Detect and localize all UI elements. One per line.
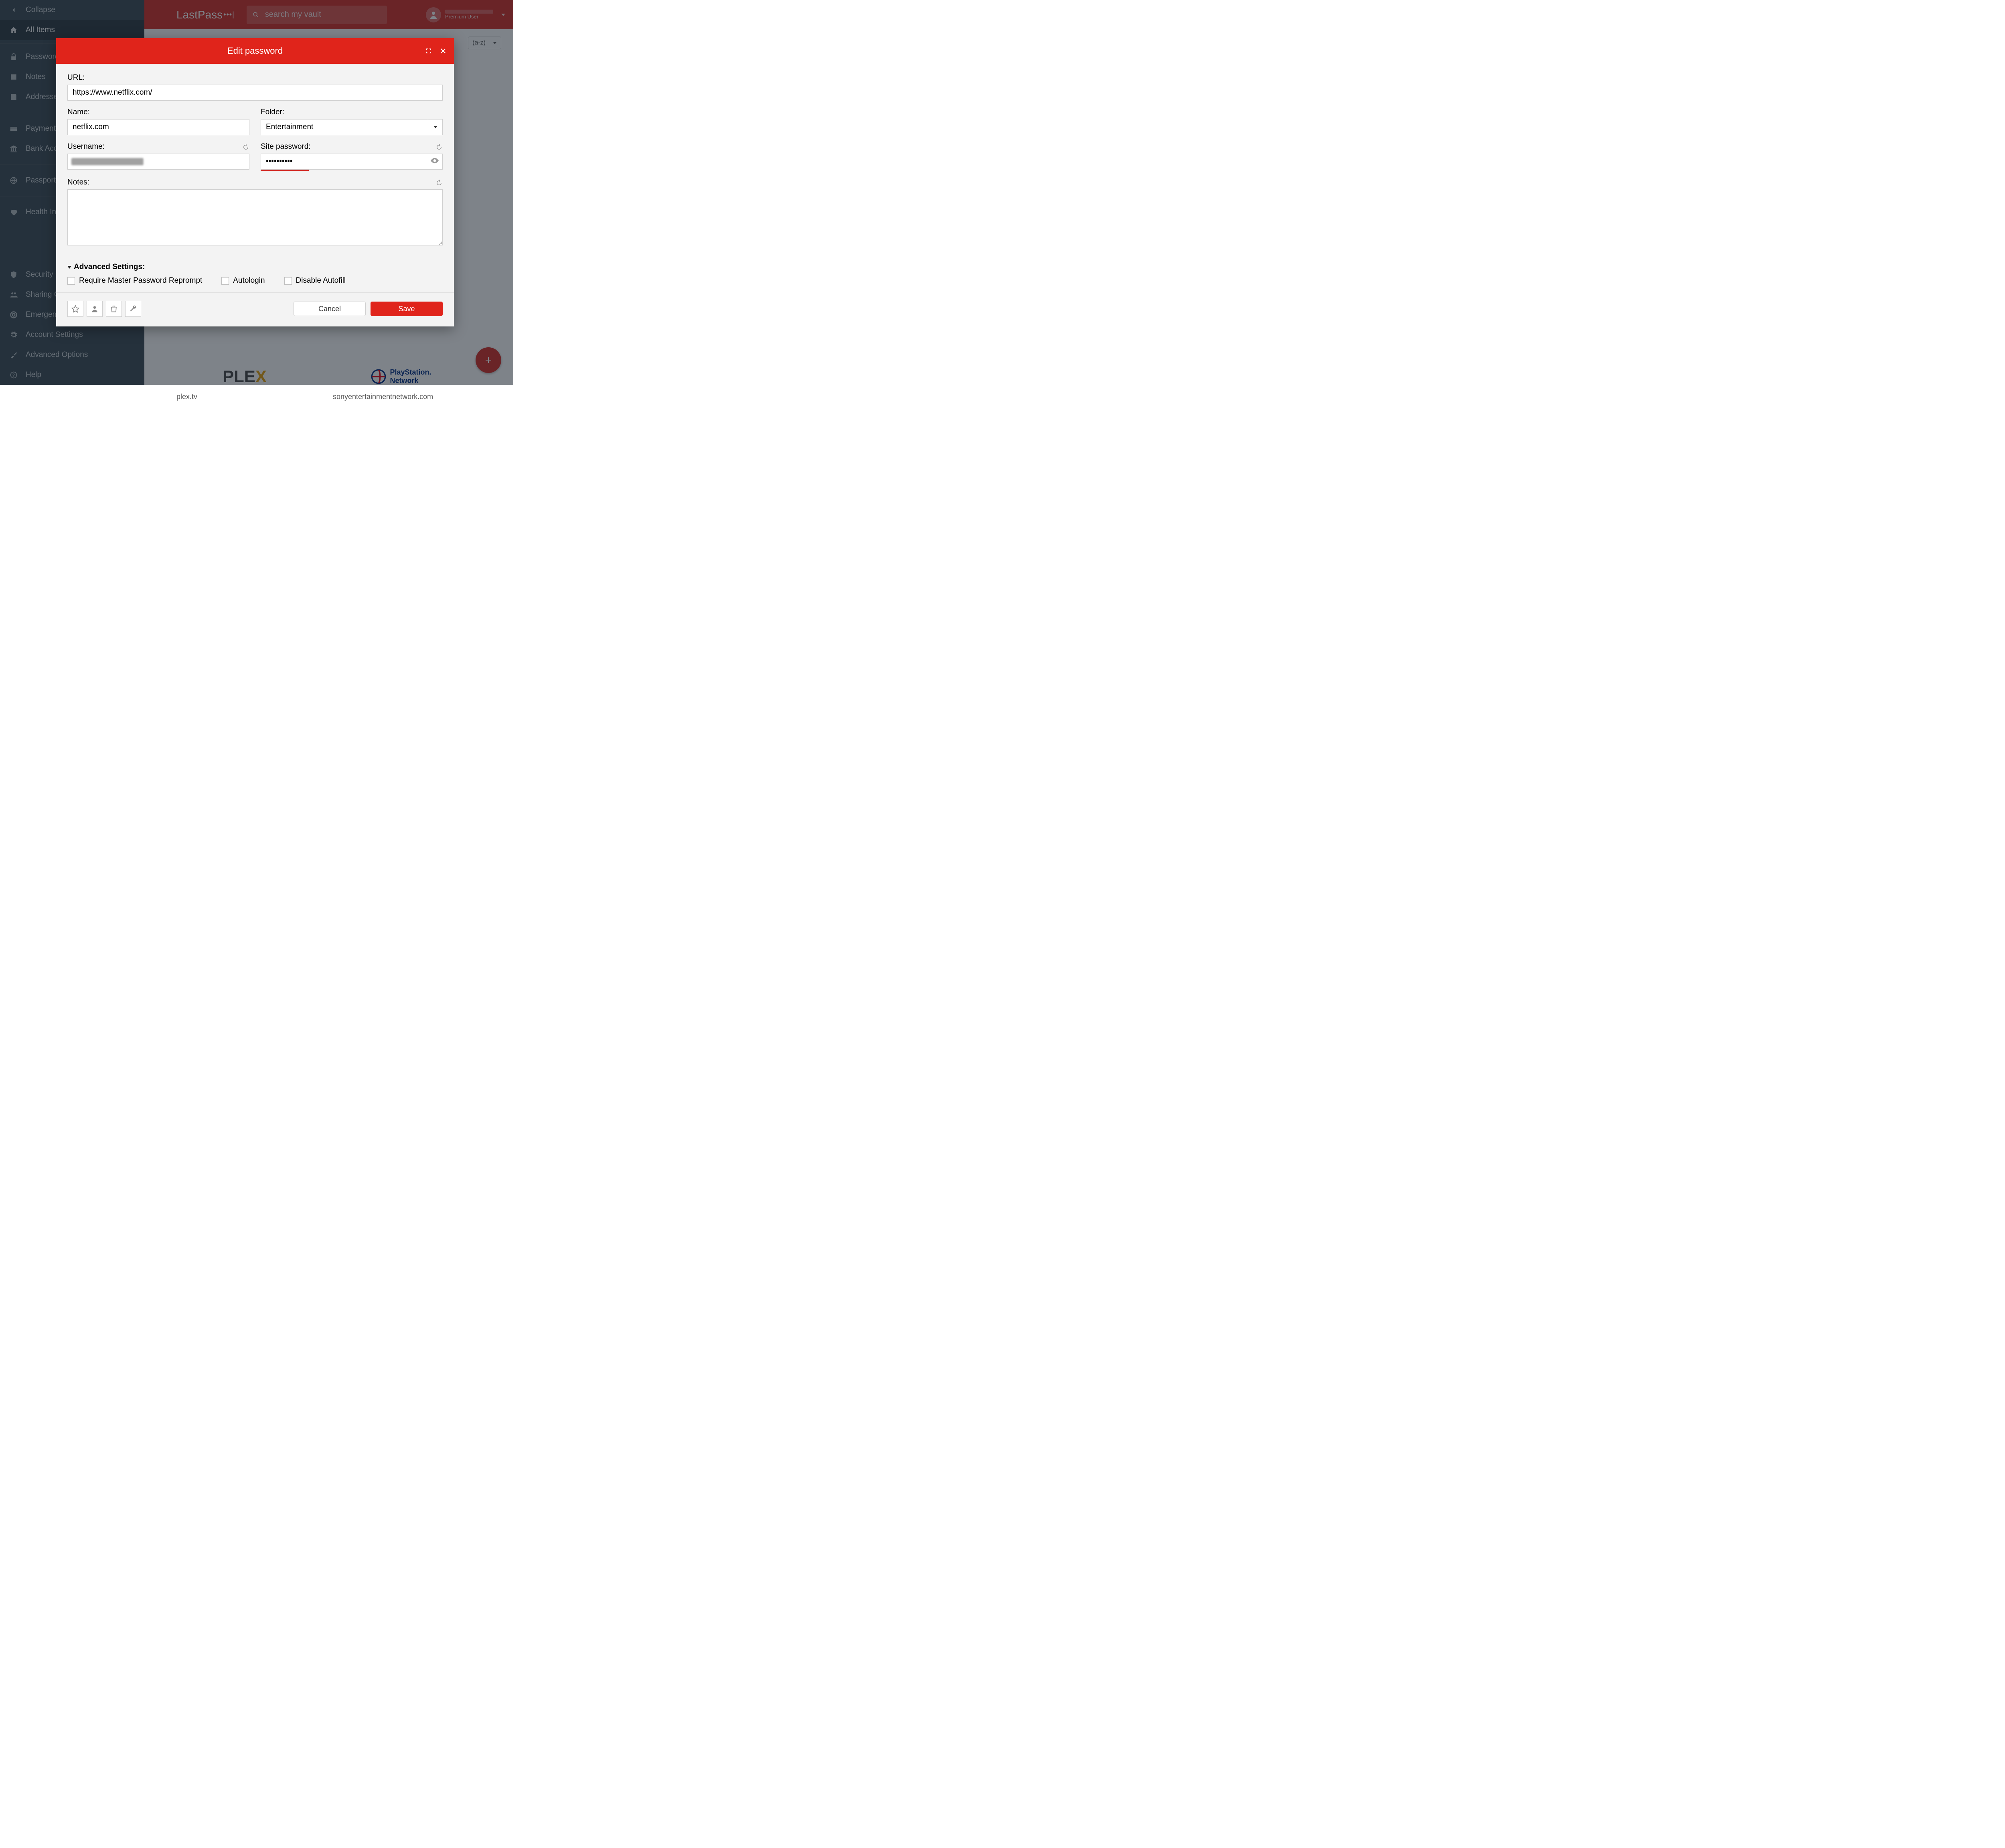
name-field[interactable] bbox=[67, 119, 249, 135]
folder-label: Folder: bbox=[261, 108, 443, 117]
history-icon[interactable] bbox=[242, 144, 249, 153]
close-icon[interactable] bbox=[439, 47, 447, 55]
dialog-title: Edit password bbox=[227, 46, 283, 56]
show-password-button[interactable] bbox=[431, 158, 439, 166]
checkbox-icon bbox=[221, 277, 229, 285]
history-icon[interactable] bbox=[435, 144, 443, 153]
name-label: Name: bbox=[67, 108, 249, 117]
url-label: URL: bbox=[67, 73, 443, 82]
person-icon bbox=[91, 305, 99, 313]
username-label: Username: bbox=[67, 142, 105, 151]
checkbox-label: Autologin bbox=[233, 276, 265, 285]
wrench-icon bbox=[129, 305, 137, 313]
checkbox-icon bbox=[67, 277, 75, 285]
trash-icon bbox=[110, 305, 118, 313]
history-icon[interactable] bbox=[435, 179, 443, 188]
cancel-button[interactable]: Cancel bbox=[294, 302, 366, 316]
dialog-footer: Cancel Save bbox=[56, 292, 454, 326]
checkbox-label: Disable Autofill bbox=[296, 276, 346, 285]
disable-autofill-checkbox[interactable]: Disable Autofill bbox=[284, 276, 346, 285]
notes-field[interactable] bbox=[67, 189, 443, 245]
advanced-settings-toggle[interactable]: Advanced Settings: bbox=[67, 263, 443, 272]
checkbox-label: Require Master Password Reprompt bbox=[79, 276, 202, 285]
share-button[interactable] bbox=[87, 301, 103, 317]
folder-field[interactable] bbox=[261, 119, 428, 135]
chevron-down-icon bbox=[433, 126, 437, 128]
reprompt-checkbox[interactable]: Require Master Password Reprompt bbox=[67, 276, 202, 285]
favorite-button[interactable] bbox=[67, 301, 83, 317]
dialog-header: Edit password bbox=[56, 38, 454, 64]
url-field[interactable] bbox=[67, 85, 443, 101]
checkbox-icon bbox=[284, 277, 292, 285]
folder-dropdown-button[interactable] bbox=[428, 119, 443, 135]
star-icon bbox=[71, 305, 79, 313]
save-button[interactable]: Save bbox=[371, 302, 443, 316]
advanced-settings-label: Advanced Settings: bbox=[74, 263, 145, 272]
notes-label: Notes: bbox=[67, 178, 89, 187]
tile-url: plex.tv bbox=[176, 393, 313, 401]
expand-icon[interactable] bbox=[425, 47, 432, 55]
edit-password-dialog: Edit password URL: Name: Folder: bbox=[56, 38, 454, 326]
delete-button[interactable] bbox=[106, 301, 122, 317]
redacted-content bbox=[71, 158, 144, 165]
password-field[interactable] bbox=[261, 154, 443, 170]
password-label: Site password: bbox=[261, 142, 311, 151]
autologin-checkbox[interactable]: Autologin bbox=[221, 276, 265, 285]
tile-url: sonyentertainmentnetwork.com bbox=[333, 393, 469, 401]
tools-button[interactable] bbox=[125, 301, 141, 317]
caret-down-icon bbox=[67, 266, 71, 269]
